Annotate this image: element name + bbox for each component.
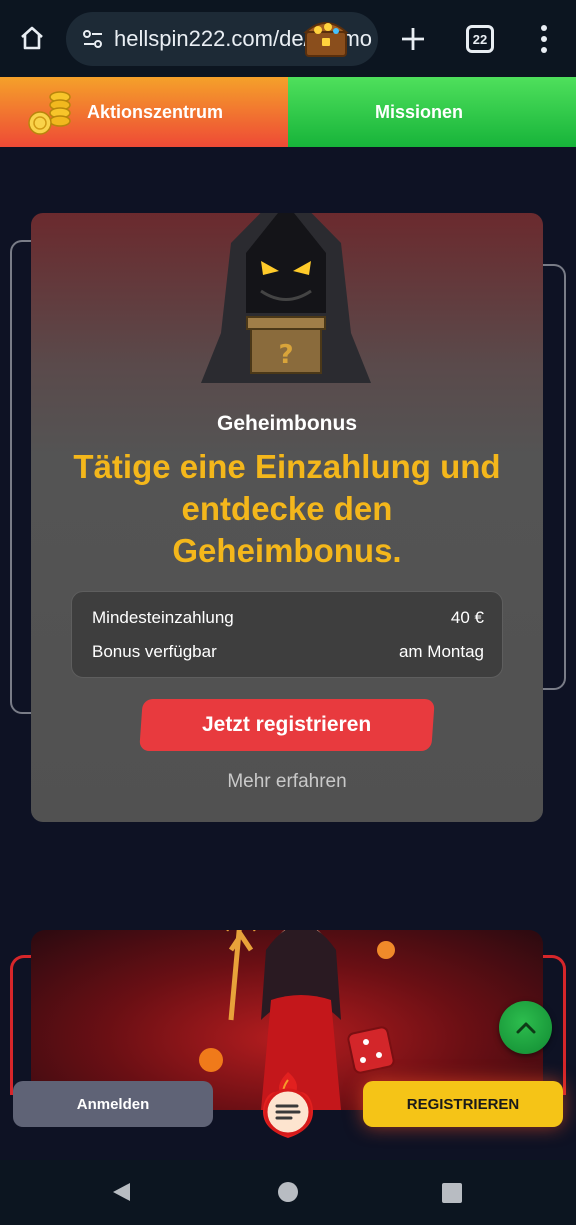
register-now-button[interactable]: Jetzt registrieren [139,699,435,751]
home-icon[interactable] [14,20,50,56]
decorative-frame-right [540,264,566,690]
learn-more-link[interactable]: Mehr erfahren [31,771,543,793]
secret-bonus-card: ? Geheimbonus Tätige eine Einzahlung und… [31,213,543,822]
more-menu-icon[interactable] [530,22,558,56]
register-button[interactable]: REGISTRIEREN [363,1081,563,1127]
flame-menu-icon [263,1072,313,1138]
tab-aktionszentrum[interactable]: Aktionszentrum [0,77,288,147]
login-button[interactable]: Anmelden [13,1081,213,1127]
cta-label: Jetzt registrieren [202,713,372,736]
system-navigation-bar [0,1160,576,1225]
info-label: Bonus verfügbar [92,642,217,661]
coins-icon [28,91,71,135]
browser-toolbar: hellspin222.com/de/promo 22 [0,0,576,77]
svg-text:?: ? [278,340,293,370]
info-value: 40 € [450,608,484,627]
card-title: Geheimbonus [216,412,358,435]
tab-label: Aktionszentrum [87,101,224,122]
info-row-min-deposit: Mindesteinzahlung 40 € [92,608,484,628]
recent-apps-icon[interactable] [442,1183,462,1203]
treasure-chest-icon [303,22,349,57]
new-tab-icon[interactable] [396,22,430,56]
info-row-availability: Bonus verfügbar am Montag [92,642,484,662]
chevron-up-icon [516,1022,535,1033]
hooded-figure-illustration: ? [201,213,371,383]
info-label: Mindesteinzahlung [92,608,234,627]
tab-label: Missionen [375,101,464,122]
card-headline: Tätige eine Einzahlung und entdecke den … [73,448,501,569]
site-settings-icon[interactable] [80,26,106,52]
bonus-info-box: Mindesteinzahlung 40 € Bonus verfügbar a… [71,591,503,678]
tab-missionen[interactable]: Missionen [288,77,576,147]
home-circle-icon[interactable] [278,1182,298,1202]
info-value: am Montag [398,642,484,661]
main-menu-button[interactable] [254,1070,322,1140]
tab-switcher-button[interactable]: 22 [466,25,494,53]
scroll-to-top-button[interactable] [499,1001,552,1054]
promo-nav: Aktionszentrum Missionen [0,77,576,147]
back-icon[interactable] [110,1181,132,1203]
